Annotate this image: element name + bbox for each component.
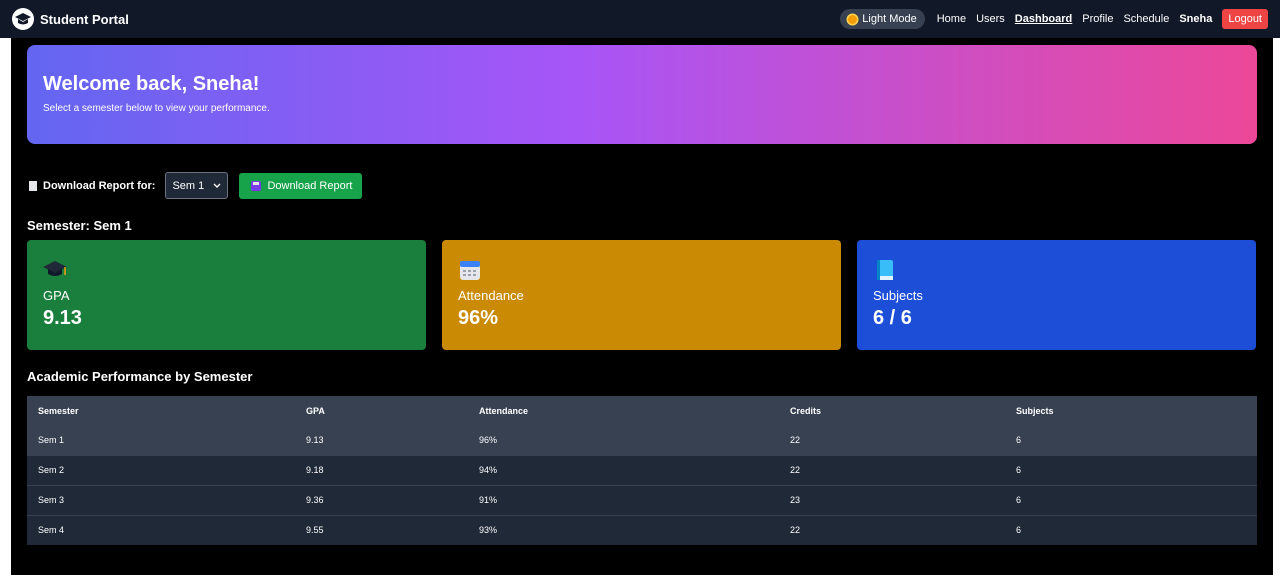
table-row: Sem 2 9.18 94% 22 6 xyxy=(27,454,1257,485)
cell-attendance: 91% xyxy=(468,484,779,515)
cell-subjects: 6 xyxy=(1005,454,1257,485)
chevron-down-icon xyxy=(213,183,221,188)
nav-link-schedule[interactable]: Schedule xyxy=(1123,13,1169,25)
cell-gpa: 9.55 xyxy=(295,514,468,545)
cell-semester: Sem 4 xyxy=(27,514,295,545)
column-header-semester: Semester xyxy=(27,396,295,425)
cell-gpa: 9.13 xyxy=(295,425,468,455)
table-row: Sem 1 9.13 96% 22 6 xyxy=(27,425,1257,455)
welcome-title: Welcome back, Sneha! xyxy=(43,73,260,95)
table-row: Sem 3 9.36 91% 23 6 xyxy=(27,484,1257,515)
performance-table: Semester GPA Attendance Credits Subjects… xyxy=(27,396,1257,545)
sun-icon xyxy=(848,14,858,24)
cell-credits: 23 xyxy=(779,484,1005,515)
graduation-cap-icon xyxy=(43,258,67,282)
semester-heading: Semester: Sem 1 xyxy=(27,218,132,233)
cell-attendance: 93% xyxy=(468,514,779,545)
cell-subjects: 6 xyxy=(1005,514,1257,545)
nav-username: Sneha xyxy=(1179,13,1213,25)
brand-title: Student Portal xyxy=(40,11,129,27)
attendance-value: 96% xyxy=(458,307,499,329)
floppy-disk-icon xyxy=(251,180,262,191)
report-label-text: Download Report for: xyxy=(43,179,156,192)
table-row: Sem 4 9.55 93% 22 6 xyxy=(27,514,1257,545)
dashboard-page: Welcome back, Sneha! Select a semester b… xyxy=(11,38,1273,575)
nav-link-dashboard[interactable]: Dashboard xyxy=(1015,13,1072,25)
column-header-credits: Credits xyxy=(779,396,1005,425)
cell-subjects: 6 xyxy=(1005,425,1257,455)
nav-link-home[interactable]: Home xyxy=(937,13,966,25)
cell-subjects: 6 xyxy=(1005,484,1257,515)
performance-heading: Academic Performance by Semester xyxy=(27,369,253,384)
book-icon xyxy=(873,258,897,282)
table-header-row: Semester GPA Attendance Credits Subjects xyxy=(27,396,1257,425)
gpa-label: GPA xyxy=(43,288,70,303)
semester-select[interactable]: Sem 1 xyxy=(165,172,229,199)
cell-semester: Sem 3 xyxy=(27,484,295,515)
theme-toggle-button[interactable]: Light Mode xyxy=(840,9,925,29)
gpa-value: 9.13 xyxy=(43,307,82,329)
cell-semester: Sem 1 xyxy=(27,425,295,455)
cell-attendance: 96% xyxy=(468,425,779,455)
cell-credits: 22 xyxy=(779,454,1005,485)
cell-semester: Sem 2 xyxy=(27,454,295,485)
gpa-card: GPA 9.13 xyxy=(27,240,426,350)
subjects-card: Subjects 6 / 6 xyxy=(857,240,1256,350)
calendar-icon xyxy=(458,258,482,282)
column-header-gpa: GPA xyxy=(295,396,468,425)
top-navbar: Student Portal Light Mode Home Users Das… xyxy=(0,0,1280,38)
report-label: Download Report for: xyxy=(29,180,155,192)
cell-gpa: 9.18 xyxy=(295,454,468,485)
nav-link-profile[interactable]: Profile xyxy=(1082,13,1113,25)
semester-select-value: Sem 1 xyxy=(172,179,205,192)
welcome-banner: Welcome back, Sneha! Select a semester b… xyxy=(27,45,1257,144)
graduation-cap-logo-icon xyxy=(12,8,34,30)
column-header-attendance: Attendance xyxy=(468,396,779,425)
column-header-subjects: Subjects xyxy=(1005,396,1257,425)
cell-gpa: 9.36 xyxy=(295,484,468,515)
subjects-label: Subjects xyxy=(873,288,923,303)
cell-credits: 22 xyxy=(779,425,1005,455)
cell-attendance: 94% xyxy=(468,454,779,485)
theme-toggle-label: Light Mode xyxy=(862,13,917,25)
download-report-button[interactable]: Download Report xyxy=(239,172,363,199)
report-download-row: Download Report for: Sem 1 Download Repo… xyxy=(29,172,363,199)
subjects-value: 6 / 6 xyxy=(873,307,912,329)
download-report-label: Download Report xyxy=(267,179,353,192)
nav-link-users[interactable]: Users xyxy=(976,13,1005,25)
logout-button[interactable]: Logout xyxy=(1222,9,1268,29)
attendance-label: Attendance xyxy=(458,288,524,303)
document-icon xyxy=(29,180,37,191)
brand[interactable]: Student Portal xyxy=(12,8,129,30)
attendance-card: Attendance 96% xyxy=(442,240,841,350)
cell-credits: 22 xyxy=(779,514,1005,545)
welcome-subtitle: Select a semester below to view your per… xyxy=(43,103,270,114)
